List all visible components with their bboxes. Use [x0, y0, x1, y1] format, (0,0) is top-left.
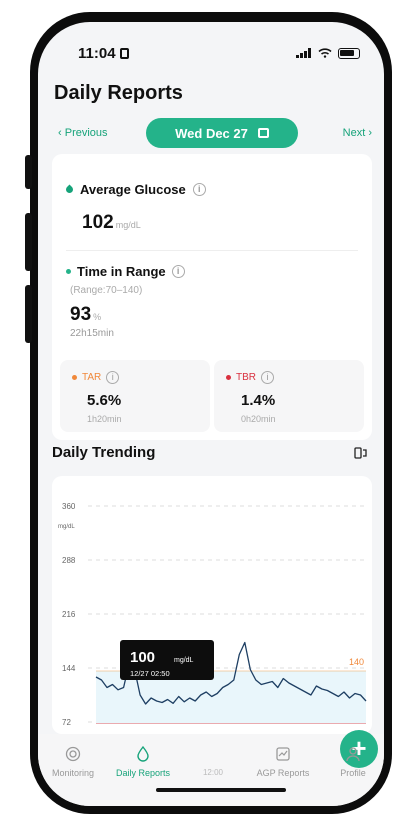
profile-icon	[346, 747, 360, 762]
tbr-card: TBR i 1.4% 0h20min	[214, 360, 364, 432]
date-picker-button[interactable]: Wed Dec 27	[146, 118, 298, 148]
battery-icon	[338, 47, 360, 59]
y-axis-unit-label: mg/dL	[58, 524, 75, 530]
tab-agp-reports[interactable]: AGP Reports	[248, 746, 318, 778]
signal-icon	[296, 48, 311, 58]
daily-trending-title: Daily Trending	[52, 444, 156, 461]
tbr-duration: 0h20min	[241, 414, 276, 424]
range-text: (Range:70–140)	[70, 285, 143, 296]
y-tick-label: 216	[62, 610, 76, 619]
average-info-icon[interactable]: i	[192, 183, 206, 196]
glucose-drop-icon	[64, 184, 75, 195]
status-icons	[296, 47, 360, 59]
tbr-dot-icon	[226, 375, 231, 380]
tab-bar: Monitoring Daily Reports + 12:00 AGP Rep…	[38, 730, 384, 806]
tab-profile[interactable]: Profile	[318, 746, 384, 778]
app-screen: 11:04 Daily Reports ‹ Previous Wed Dec 2…	[38, 22, 384, 806]
y-tick-label: 360	[62, 502, 76, 511]
monitoring-icon	[65, 746, 81, 762]
tar-dot-icon	[72, 375, 77, 380]
rotate-screen-icon[interactable]	[354, 446, 368, 460]
tar-duration: 1h20min	[87, 414, 122, 424]
tab-monitoring[interactable]: Monitoring	[38, 746, 108, 778]
status-bar: 11:04	[38, 22, 384, 72]
calendar-icon	[257, 128, 269, 138]
tir-info-icon[interactable]: i	[171, 265, 185, 278]
tbr-info-icon[interactable]: i	[261, 371, 274, 384]
tooltip-value: 100	[130, 649, 155, 666]
time-in-range-value: 93%	[70, 304, 102, 325]
volume-up-button	[25, 213, 32, 271]
mute-switch	[25, 155, 32, 189]
tar-value: 5.6%	[87, 392, 122, 409]
y-tick-label: 288	[62, 556, 76, 565]
high-threshold-label: 140	[349, 657, 364, 667]
agp-reports-icon	[276, 747, 290, 761]
y-tick-label: 72	[62, 718, 71, 727]
average-glucose-label: Average Glucose i	[64, 182, 206, 197]
time-in-range-label: Time in Range i	[66, 264, 185, 279]
trend-chart[interactable]: mg/dL3602882161447214070100mg/dL12/27 02…	[52, 476, 372, 734]
tab-daily-reports[interactable]: Daily Reports	[108, 746, 178, 778]
time-in-range-duration: 22h15min	[70, 328, 114, 339]
tar-label: TAR	[82, 372, 102, 383]
tar-info-icon[interactable]: i	[106, 371, 120, 384]
tbr-value: 1.4%	[241, 392, 276, 409]
previous-day-button[interactable]: ‹ Previous	[58, 127, 108, 139]
home-indicator	[156, 788, 286, 792]
next-day-button[interactable]: Next ›	[343, 127, 372, 139]
tbr-label: TBR	[236, 372, 256, 383]
tooltip-time: 12/27 02:50	[130, 669, 170, 678]
tooltip-unit: mg/dL	[174, 657, 194, 664]
status-time: 11:04	[78, 45, 129, 62]
summary-card: Average Glucose i 102 mg/dL Time in Range…	[52, 154, 372, 440]
volume-down-button	[25, 285, 32, 343]
y-tick-label: 144	[62, 664, 76, 673]
tar-card: TAR i 5.6% 1h20min	[60, 360, 210, 432]
divider	[66, 250, 358, 251]
date-navigator: ‹ Previous Wed Dec 27 Next ›	[38, 118, 384, 148]
wifi-icon	[318, 48, 332, 58]
average-glucose-value: 102 mg/dL	[82, 212, 141, 233]
daily-reports-icon	[137, 746, 149, 762]
in-range-dot-icon	[66, 269, 71, 274]
focus-icon	[119, 47, 129, 59]
page-title: Daily Reports	[54, 82, 183, 104]
trend-chart-card: mg/dL3602882161447214070100mg/dL12/27 02…	[52, 476, 372, 734]
